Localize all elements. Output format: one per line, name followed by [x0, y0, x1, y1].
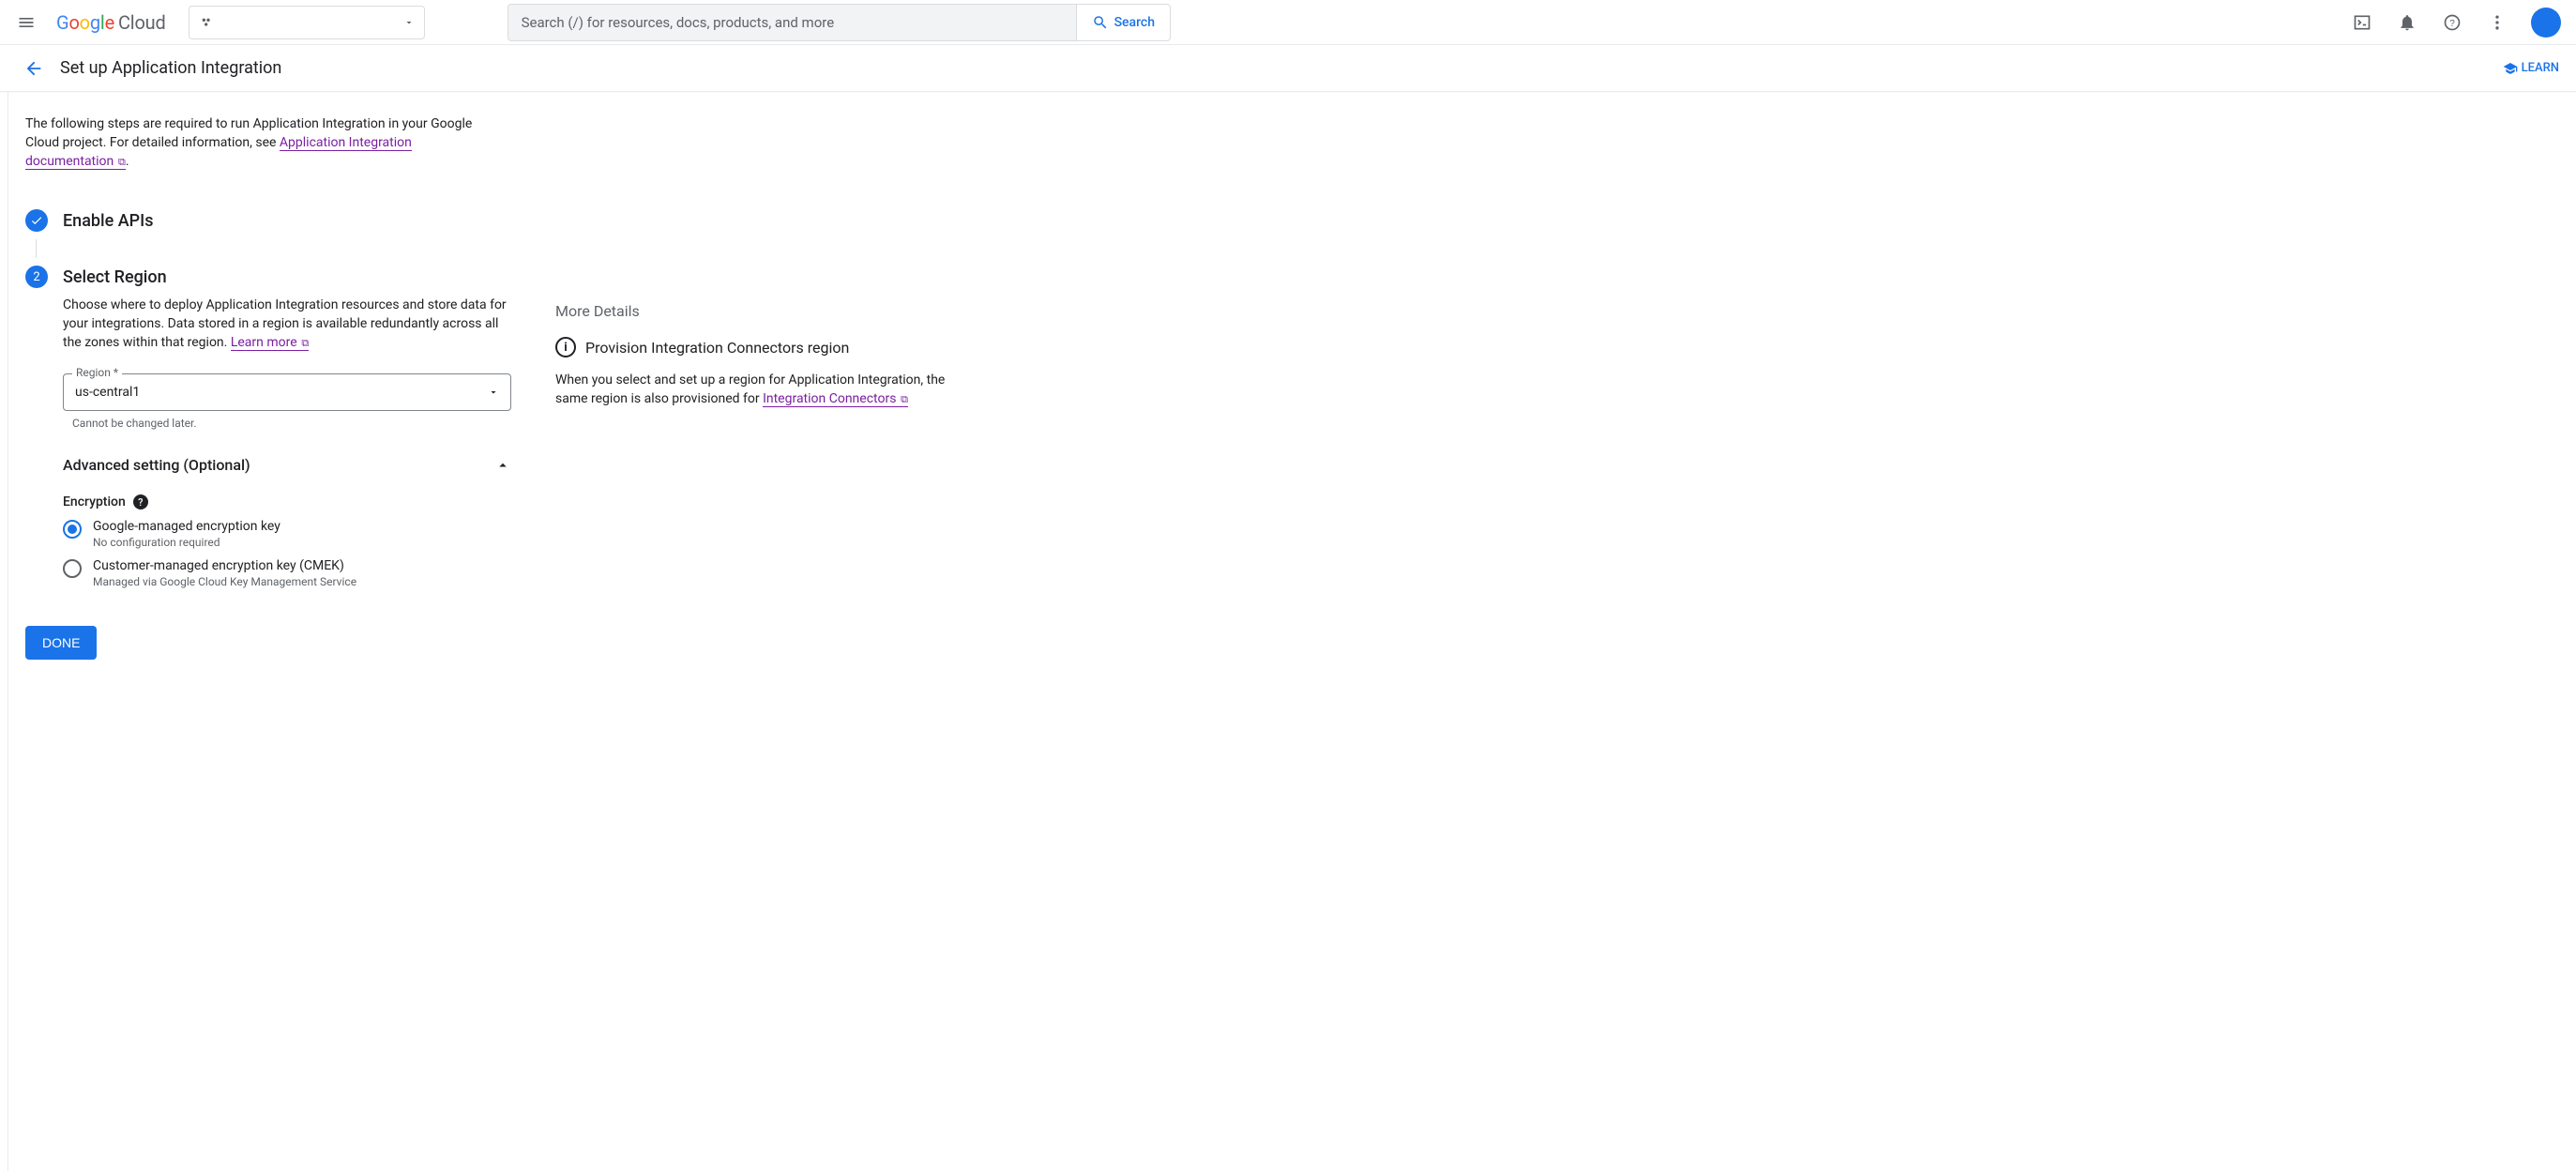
notifications-icon[interactable]	[2388, 4, 2426, 41]
search-input[interactable]: Search (/) for resources, docs, products…	[508, 4, 1076, 41]
top-header: Google Cloud Search (/) for resources, d…	[0, 0, 2576, 45]
project-picker[interactable]	[189, 6, 425, 39]
dropdown-caret-icon	[403, 17, 415, 28]
search-placeholder: Search (/) for resources, docs, products…	[522, 14, 835, 31]
svg-text:?: ?	[2449, 18, 2455, 28]
learn-link[interactable]: LEARN	[2503, 61, 2559, 76]
advanced-settings-toggle[interactable]: Advanced setting (Optional)	[63, 456, 511, 474]
region-helper: Cannot be changed later.	[72, 417, 518, 430]
region-label: Region *	[72, 366, 122, 379]
radio-cmek-sub: Managed via Google Cloud Key Management …	[93, 575, 356, 588]
step-1-header: Enable APIs	[25, 209, 518, 232]
page-title: Set up Application Integration	[60, 58, 281, 78]
external-link-icon: ⧉	[115, 156, 126, 168]
learn-label: LEARN	[2522, 61, 2559, 75]
radio-google-label: Google-managed encryption key	[93, 519, 280, 534]
details-text: When you select and set up a region for …	[555, 371, 968, 409]
logo-cloud: Cloud	[118, 11, 166, 34]
learn-more-link[interactable]: Learn more ⧉	[231, 335, 309, 351]
radio-google-sub: No configuration required	[93, 536, 280, 549]
radio-cmek[interactable]	[63, 559, 82, 578]
search-bar: Search (/) for resources, docs, products…	[508, 4, 1171, 41]
radio-cmek-label: Customer-managed encryption key (CMEK)	[93, 558, 356, 573]
search-icon	[1092, 14, 1109, 31]
cloud-shell-icon[interactable]	[2343, 4, 2381, 41]
search-button-label: Search	[1114, 15, 1155, 30]
encryption-option-cmek[interactable]: Customer-managed encryption key (CMEK) M…	[63, 558, 518, 588]
search-button[interactable]: Search	[1076, 4, 1171, 41]
intro-text: The following steps are required to run …	[25, 114, 485, 172]
learn-icon	[2503, 61, 2518, 76]
google-cloud-logo[interactable]: Google Cloud	[53, 11, 170, 34]
back-arrow-icon[interactable]	[17, 52, 51, 85]
hamburger-menu-icon[interactable]	[8, 4, 45, 41]
step-2-title: Select Region	[63, 267, 167, 287]
avatar[interactable]	[2531, 8, 2561, 38]
details-row: i Provision Integration Connectors regio…	[555, 337, 968, 357]
step-1-check-icon	[25, 209, 48, 232]
region-value: us-central1	[75, 385, 140, 400]
help-icon[interactable]: ?	[2433, 4, 2471, 41]
step-1-title: Enable APIs	[63, 211, 154, 231]
more-icon[interactable]	[2478, 4, 2516, 41]
external-link-icon: ⧉	[299, 337, 310, 349]
help-tooltip-icon[interactable]: ?	[133, 494, 148, 509]
dropdown-caret-icon	[488, 387, 499, 398]
details-row-title: Provision Integration Connectors region	[585, 339, 849, 357]
advanced-title: Advanced setting (Optional)	[63, 456, 250, 474]
integration-connectors-link[interactable]: Integration Connectors ⧉	[763, 391, 908, 407]
logo-google: Google	[56, 11, 114, 34]
external-link-icon: ⧉	[898, 393, 908, 405]
encryption-section-label: Encryption ?	[63, 494, 518, 509]
page-subheader: Set up Application Integration LEARN	[0, 45, 2576, 92]
project-icon	[199, 15, 214, 30]
info-icon: i	[555, 337, 576, 357]
step-2-number: 2	[25, 266, 48, 288]
more-details-panel: More Details i Provision Integration Con…	[555, 302, 968, 660]
step-2-description: Choose where to deploy Application Integ…	[63, 296, 513, 353]
region-field: Region * us-central1 Cannot be changed l…	[63, 373, 518, 430]
step-connector	[36, 239, 37, 258]
done-button[interactable]: DONE	[25, 626, 97, 660]
encryption-option-google[interactable]: Google-managed encryption key No configu…	[63, 519, 518, 549]
step-2-header: 2 Select Region	[25, 266, 518, 288]
chevron-up-icon	[494, 457, 511, 474]
radio-google-managed[interactable]	[63, 520, 82, 539]
region-select[interactable]: us-central1	[63, 373, 511, 411]
details-title: More Details	[555, 302, 968, 320]
